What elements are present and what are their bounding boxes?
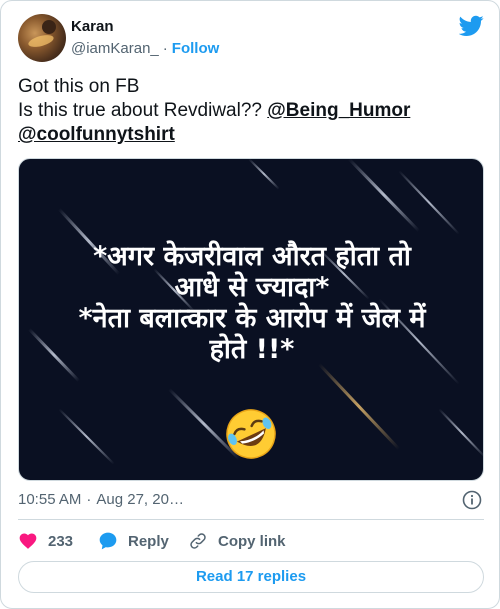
- tweet-time: 10:55 AM: [18, 491, 82, 508]
- meta-separator: ·: [86, 491, 92, 508]
- tweet-text: Got this on FB Is this true about Revdiw…: [18, 75, 484, 147]
- media-line-2: आधे से ज्यादा*: [174, 272, 330, 303]
- tweet-line-2: Is this true about Revdiwal?? @Being_Hum…: [18, 99, 484, 123]
- media-line-1: *अगर केजरीवाल औरत होता तो: [93, 241, 411, 272]
- link-icon: [190, 533, 206, 549]
- handle-separator: ·: [162, 40, 168, 57]
- media-line-4: होते !!*: [209, 334, 295, 365]
- avatar[interactable]: [18, 14, 66, 62]
- twitter-bird-icon[interactable]: [459, 15, 484, 37]
- rolling-laughing-emoji-icon: [226, 409, 276, 459]
- read-replies-button[interactable]: Read 17 replies: [18, 561, 484, 593]
- reply-bubble-icon: [99, 532, 117, 550]
- tweet-line-3: @coolfunnytshirt: [18, 123, 484, 147]
- tweet-media-image[interactable]: *अगर केजरीवाल औरत होता तो आधे से ज्यादा*…: [18, 158, 484, 481]
- copy-link-label: Copy link: [218, 532, 286, 550]
- tweet-date: Aug 27, 20…: [96, 491, 184, 508]
- media-caption: *अगर केजरीवाल औरत होता तो आधे से ज्यादा*…: [19, 241, 483, 365]
- tweet-line-1: Got this on FB: [18, 76, 140, 97]
- heart-icon: [19, 533, 37, 549]
- like-count: 233: [48, 532, 74, 550]
- mention-coolfunnytshirt[interactable]: @coolfunnytshirt: [18, 124, 175, 145]
- follow-link[interactable]: Follow: [172, 40, 220, 57]
- reply-label: Reply: [128, 532, 169, 550]
- info-icon[interactable]: [462, 490, 482, 510]
- copy-link-button[interactable]: Copy link: [188, 529, 286, 553]
- avatar-light-shape: [27, 32, 55, 50]
- media-line-3: *नेता बलात्कार के आरोप में जेल में: [78, 303, 426, 334]
- tweet-line-2-text: Is this true about Revdiwal??: [18, 100, 268, 121]
- user-handle[interactable]: @iamKaran_: [71, 40, 159, 57]
- handle-row: @iamKaran_ · Follow: [71, 40, 219, 57]
- like-button[interactable]: 233: [18, 529, 73, 553]
- reply-button[interactable]: Reply: [98, 529, 169, 553]
- mention-being-humor[interactable]: @Being_Humor: [267, 100, 410, 121]
- tweet-actions: 233 Reply Copy link: [18, 529, 484, 553]
- avatar-head-shape: [42, 20, 56, 34]
- tweet-timestamp[interactable]: 10:55 AM · Aug 27, 20…: [18, 491, 184, 508]
- tweet-card: Karan @iamKaran_ · Follow Got this on FB I…: [0, 0, 500, 609]
- divider: [18, 519, 484, 520]
- display-name[interactable]: Karan: [71, 18, 114, 35]
